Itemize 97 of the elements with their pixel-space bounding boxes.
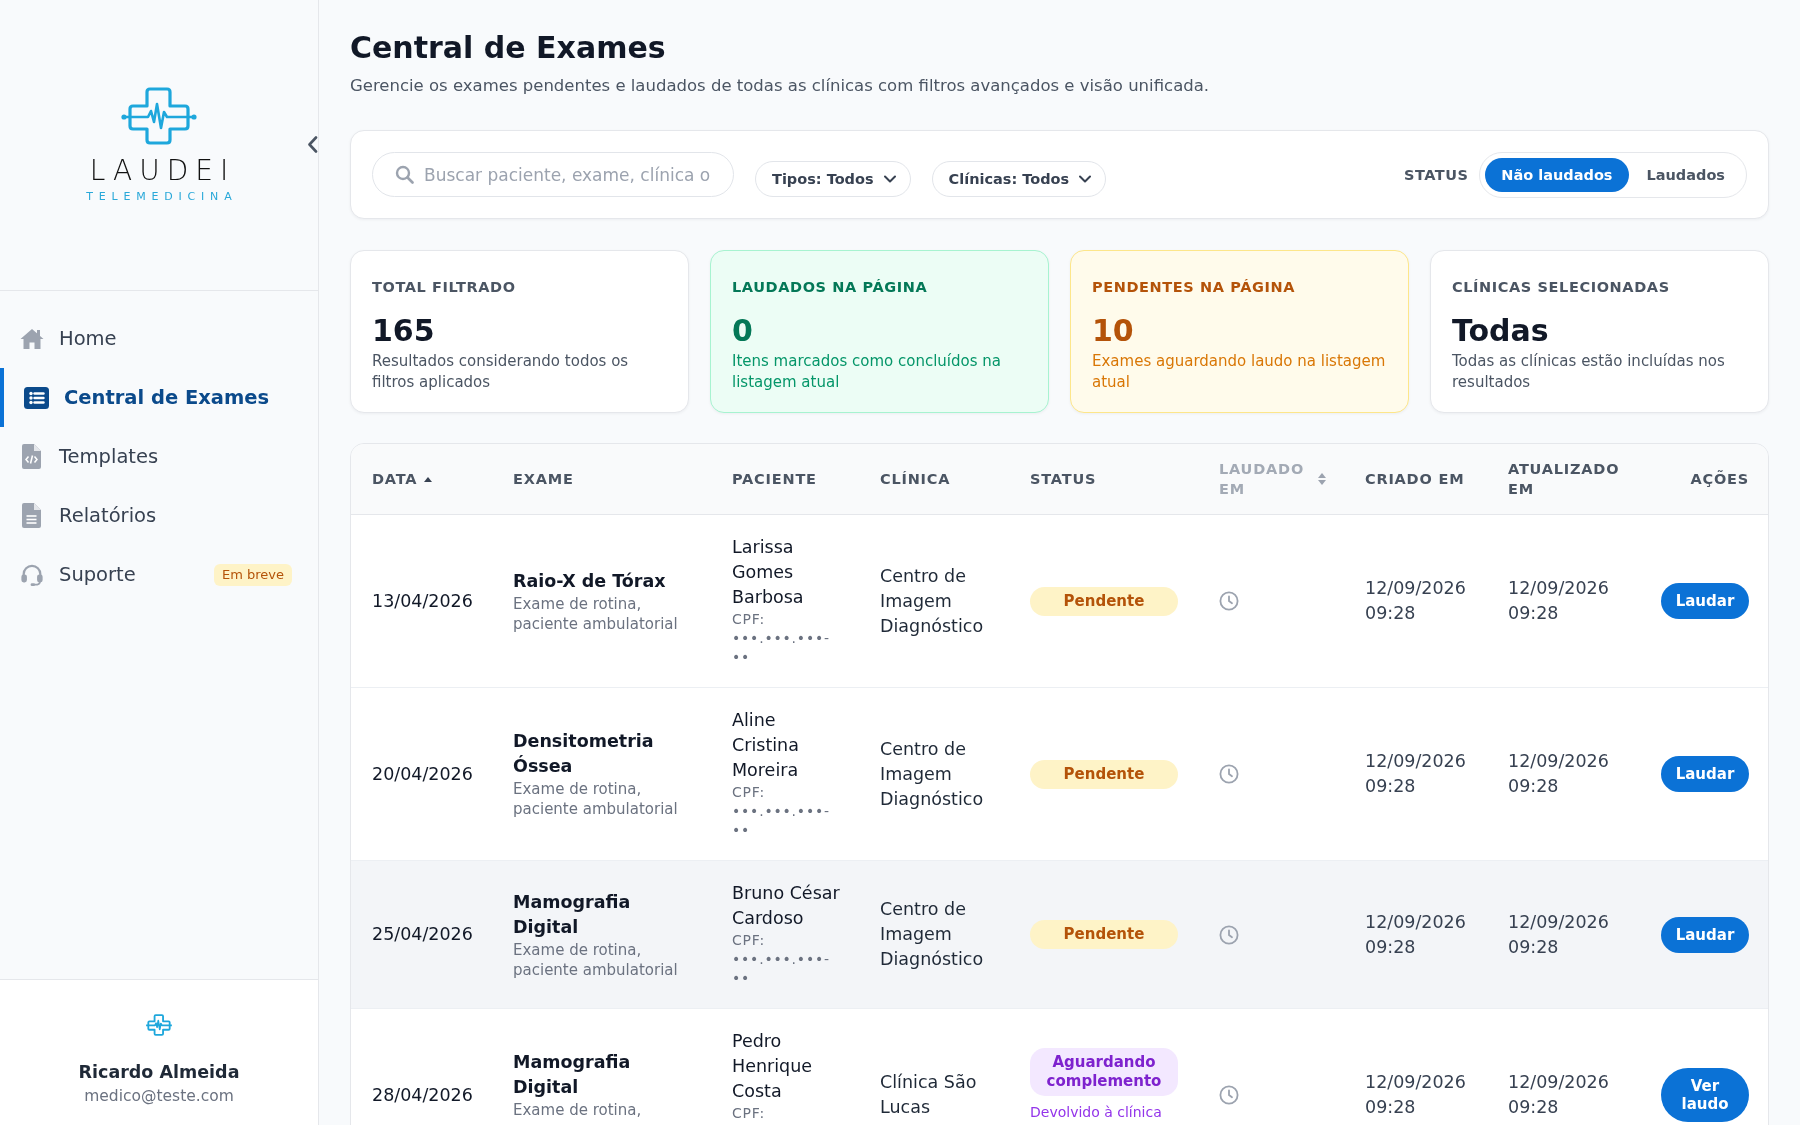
stat-value: 165 xyxy=(372,313,435,349)
exam-description: Exame de rotina, paciente ambulatorial xyxy=(513,939,679,980)
logo-icon xyxy=(121,87,197,145)
exam-description: Exame de rotina, paciente ambulatorial xyxy=(513,779,679,819)
column-header: STATUS xyxy=(1030,470,1097,489)
exam-date: 28/04/2026 xyxy=(372,1084,473,1105)
clock-icon xyxy=(1219,924,1239,945)
sort-ascending-icon xyxy=(424,476,433,482)
patient-cpf: CPF: •••.•••.•••-•• xyxy=(732,783,831,840)
stat-value: 0 xyxy=(732,313,753,349)
patient-name: Larissa Gomes Barbosa xyxy=(732,536,805,609)
stat-value: Todas xyxy=(1452,313,1549,349)
column-header: ATUALIZADO EM xyxy=(1508,460,1621,499)
code-file-icon xyxy=(22,444,41,469)
exam-name: Raio-X de Tórax xyxy=(513,569,667,593)
status-badge: Pendente xyxy=(1030,586,1178,616)
created-at: 12/09/2026 09:28 xyxy=(1365,750,1467,798)
document-icon xyxy=(22,503,41,528)
status-note: Devolvido à clínica xyxy=(1030,1104,1162,1120)
chevron-down-icon xyxy=(1079,175,1092,183)
status-option[interactable]: Laudados xyxy=(1630,157,1741,192)
clock-icon xyxy=(1219,591,1239,611)
page-subtitle: Gerencie os exames pendentes e laudados de todas as clínicas com filtros avançados e visão unificada. xyxy=(350,75,1211,97)
stat-label: CLÍNICAS SELECIONADAS xyxy=(1452,278,1670,296)
column-header: AÇÕES xyxy=(1690,469,1749,489)
created-at: 12/09/2026 09:28 xyxy=(1365,1071,1467,1119)
clinic-name: Centro de Imagem Diagnóstico xyxy=(880,564,985,638)
action-button[interactable]: Laudar xyxy=(1661,916,1749,953)
patient-name: Bruno César Cardoso xyxy=(732,882,841,930)
logo-icon xyxy=(145,1014,173,1036)
patient-cpf: CPF: •••.•••.•••-•• xyxy=(732,931,831,988)
status-badge: Pendente xyxy=(1030,920,1178,949)
sidebar-item[interactable]: Central de Exames xyxy=(0,368,318,427)
clinic-name: Clínica São Lucas xyxy=(880,1071,978,1119)
logo-text: LAUDEI xyxy=(88,156,236,186)
sidebar-item[interactable]: Home xyxy=(0,309,318,368)
column-header[interactable]: DATA xyxy=(372,469,418,489)
stat-description: Resultados considerando todos os filtros aplicados xyxy=(372,351,630,393)
exam-name: Mamografia Digital xyxy=(513,890,632,939)
patient-cpf: CPF: xyxy=(732,1104,767,1123)
stat-description: Exames aguardando laudo na listagem atual xyxy=(1092,351,1387,393)
headset-icon xyxy=(20,562,44,587)
clinic-name: Centro de Imagem Diagnóstico xyxy=(880,737,985,811)
user-name: Ricardo Almeida xyxy=(78,1061,240,1083)
chevron-left-icon xyxy=(307,136,318,153)
home-icon xyxy=(20,327,44,350)
patient-cpf: CPF: •••.•••.•••-•• xyxy=(732,610,831,667)
page-title: Central de Exames xyxy=(350,30,667,66)
stat-label: TOTAL FILTRADO xyxy=(372,278,516,296)
status-option[interactable]: Não laudados xyxy=(1485,157,1629,192)
search-field[interactable]: Buscar paciente, exame, clínica o xyxy=(372,152,734,197)
action-button[interactable]: Laudar xyxy=(1661,583,1749,619)
patient-name: Aline Cristina Moreira xyxy=(732,709,800,782)
updated-at: 12/09/2026 09:28 xyxy=(1508,577,1610,625)
coming-soon-badge: Em breve xyxy=(214,563,292,586)
sort-icon xyxy=(1318,473,1326,485)
sidebar-item[interactable]: Suporte Em breve xyxy=(0,545,318,604)
updated-at: 12/09/2026 09:28 xyxy=(1508,750,1610,798)
column-header: CRIADO EM xyxy=(1365,470,1465,489)
action-button[interactable]: Laudar xyxy=(1661,756,1749,792)
status-label: STATUS xyxy=(1403,166,1469,183)
sidebar-item[interactable]: Templates xyxy=(0,427,318,486)
patient-name: Pedro Henrique Costa xyxy=(732,1030,814,1103)
exam-date: 20/04/2026 xyxy=(372,763,473,784)
stat-value: 10 xyxy=(1092,313,1134,349)
updated-at: 12/09/2026 09:28 xyxy=(1508,910,1610,959)
column-header: CLÍNICA xyxy=(880,470,951,489)
exam-date: 13/04/2026 xyxy=(372,590,473,611)
clock-icon xyxy=(1219,764,1239,784)
created-at: 12/09/2026 09:28 xyxy=(1365,577,1467,625)
updated-at: 12/09/2026 09:28 xyxy=(1508,1071,1610,1119)
sidebar-item[interactable]: Relatórios xyxy=(0,486,318,545)
exam-description: Exame de rotina, paciente ambulatorial xyxy=(513,593,679,634)
stat-description: Itens marcados como concluídos na listagem atual xyxy=(732,351,1002,393)
created-at: 12/09/2026 09:28 xyxy=(1365,910,1467,959)
collapse-sidebar-button[interactable] xyxy=(307,136,318,153)
logo-tagline: TELEMEDICINA xyxy=(85,190,238,203)
column-header: EXAME xyxy=(513,470,574,489)
exam-name: Densitometria Óssea xyxy=(513,730,655,778)
exam-description: Exame de rotina, xyxy=(513,1100,643,1120)
stat-label: PENDENTES NA PÁGINA xyxy=(1092,278,1295,296)
search-icon xyxy=(395,165,414,184)
user-email: medico@teste.com xyxy=(84,1086,234,1106)
chevron-down-icon xyxy=(883,175,896,183)
column-header: PACIENTE xyxy=(732,470,817,489)
list-icon xyxy=(24,386,49,409)
filter-dropdown[interactable]: Tipos: Todos xyxy=(755,161,911,197)
exam-name: Mamografia Digital xyxy=(513,1051,632,1099)
clock-icon xyxy=(1219,1085,1239,1105)
stat-description: Todas as clínicas estão incluídas nos resultados xyxy=(1452,351,1726,393)
action-button[interactable]: Ver laudo xyxy=(1661,1068,1749,1122)
clinic-name: Centro de Imagem Diagnóstico xyxy=(880,898,985,971)
exam-date: 25/04/2026 xyxy=(372,924,473,944)
filter-dropdown[interactable]: Clínicas: Todos xyxy=(931,161,1107,197)
stat-label: LAUDADOS NA PÁGINA xyxy=(732,278,928,296)
status-badge: Aguardando complemento xyxy=(1030,1048,1178,1096)
status-badge: Pendente xyxy=(1030,759,1178,789)
